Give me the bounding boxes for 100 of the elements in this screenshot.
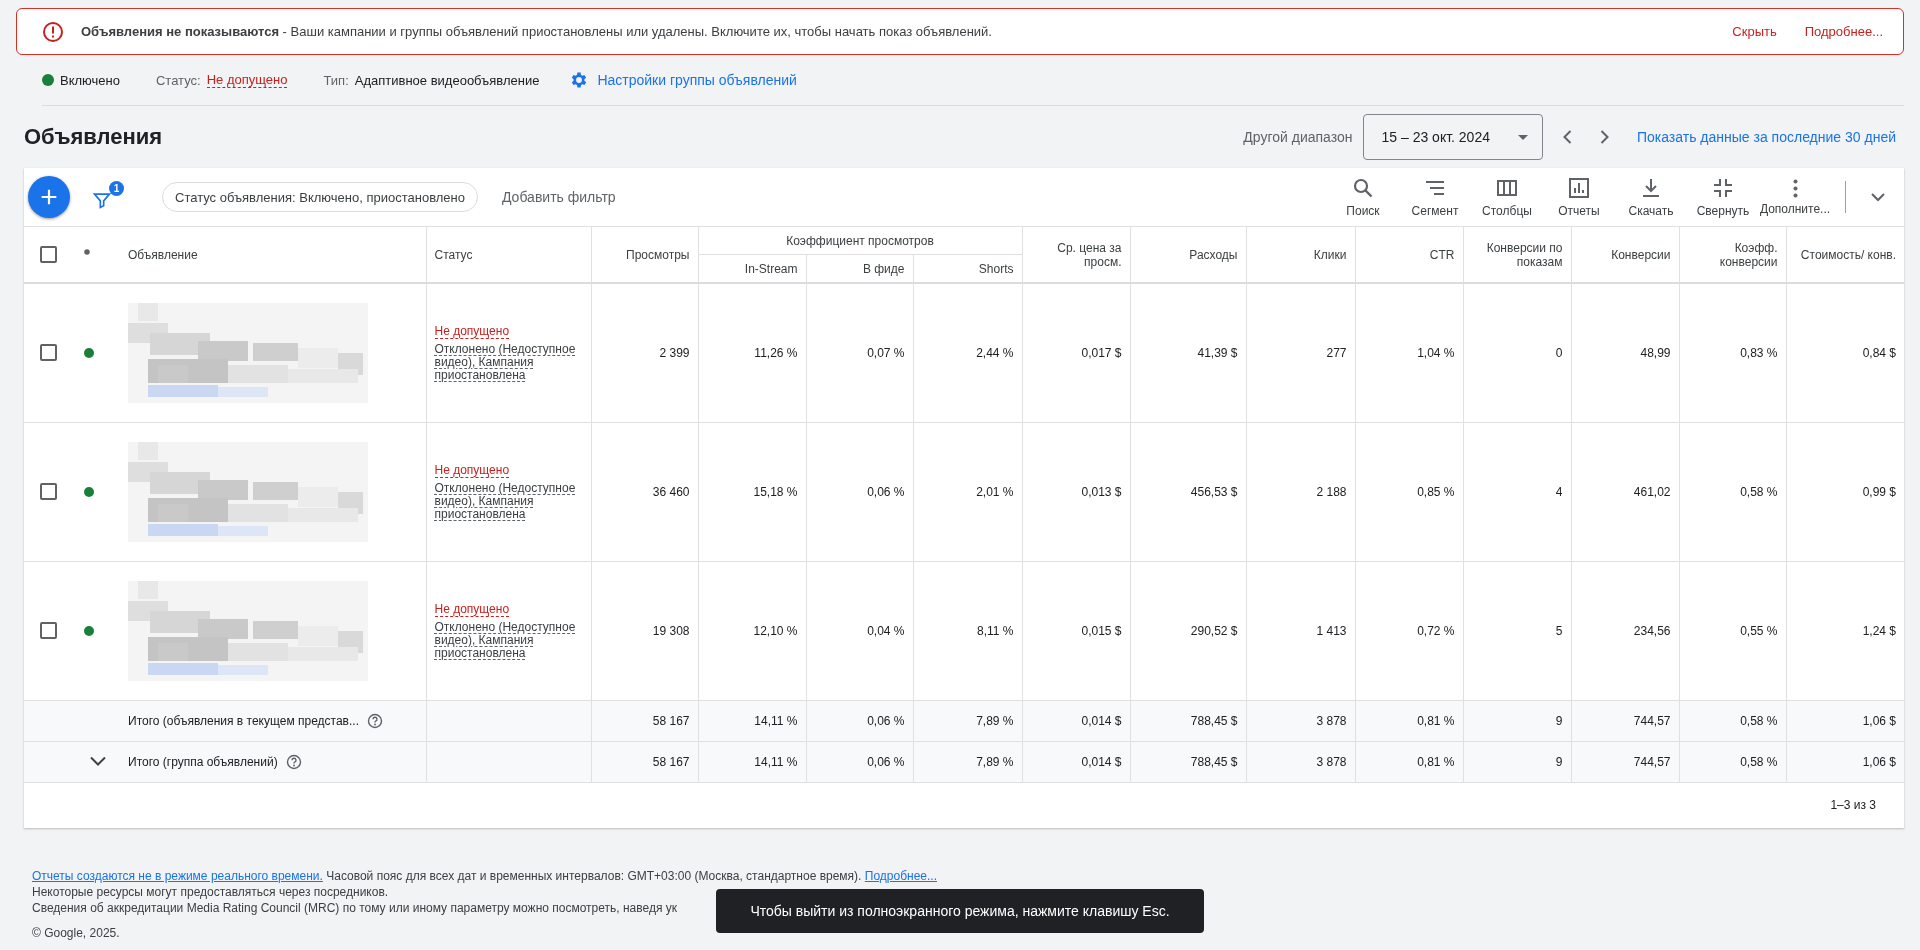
status-dot (42, 74, 54, 86)
toolbar-button[interactable]: Скачать (1615, 176, 1687, 218)
table-cell: 0,58 % (1679, 741, 1786, 782)
column-header[interactable]: Объявление (120, 226, 426, 283)
toolbar-button[interactable]: Поиск (1327, 176, 1399, 218)
table-cell: 0,06 % (806, 741, 913, 782)
table-cell: 1,06 $ (1786, 741, 1904, 782)
checkbox[interactable] (40, 622, 57, 639)
table-cell: 1,04 % (1355, 283, 1463, 422)
table-cell: 0,84 $ (1786, 283, 1904, 422)
column-header[interactable]: Статус (426, 226, 591, 283)
table-cell: 2 188 (1246, 422, 1355, 561)
table-cell: 0,014 $ (1022, 700, 1130, 741)
column-header[interactable]: В фиде (806, 254, 913, 283)
copyright-text: © Google, 2025. (32, 924, 120, 941)
status-text: Не допущено (434, 462, 510, 478)
chevron-left-icon (1562, 130, 1572, 144)
banner-link[interactable]: Подробнее... (1804, 20, 1883, 43)
table-cell: 14,11 % (698, 741, 806, 782)
collapse-icon (1711, 176, 1735, 200)
table-cell: 0,013 $ (1022, 422, 1130, 561)
bar-chart-icon (1567, 176, 1591, 200)
chevron-right-icon (1599, 130, 1609, 144)
column-header[interactable]: Клики (1246, 226, 1355, 283)
table-cell: 0,015 $ (1022, 561, 1130, 700)
table-cell: 0,04 % (806, 561, 913, 700)
column-header[interactable]: Расходы (1130, 226, 1246, 283)
add-filter-button[interactable]: Добавить фильтр (496, 188, 622, 206)
filter-chip[interactable]: Статус объявления: Включено, приостановлено (162, 182, 478, 212)
table-cell: 58 167 (591, 741, 698, 782)
total-label: Итого (группа объявлений) (128, 754, 278, 769)
footer-link[interactable]: Подробнее... (864, 868, 937, 883)
column-header[interactable]: Коэфф. конверсии (1679, 226, 1786, 283)
table-cell: 58 167 (591, 700, 698, 741)
table-cell: 788,45 $ (1130, 741, 1246, 782)
checkbox[interactable] (40, 344, 57, 362)
table-cell: 15,18 % (698, 422, 806, 561)
table-cell: 0,85 % (1355, 422, 1463, 561)
field-label: Статус: (155, 72, 201, 88)
table-cell: 41,39 $ (1130, 283, 1246, 422)
chevron-down-icon (90, 757, 106, 766)
toolbar-button[interactable]: Дополните... (1759, 178, 1831, 216)
table-cell: 5 (1463, 561, 1571, 700)
column-header[interactable]: Просмотры (591, 226, 698, 283)
last-30-days-link[interactable]: Показать данные за последние 30 дней (1636, 129, 1896, 145)
column-header[interactable]: Конверсии по показам (1463, 226, 1571, 283)
column-header[interactable]: Конверсии (1571, 226, 1679, 283)
table-cell: 4 (1463, 422, 1571, 561)
column-header[interactable]: Shorts (913, 254, 1022, 283)
footer-link[interactable]: Отчеты создаются не в режиме реального времени. (32, 868, 323, 883)
range-label: Другой диапазон (1243, 129, 1353, 145)
toolbar-button[interactable]: Столбцы (1471, 176, 1543, 218)
table-cell: 788,45 $ (1130, 700, 1246, 741)
table-cell: 744,57 (1571, 700, 1679, 741)
table-cell: 0,81 % (1355, 741, 1463, 782)
settings-link[interactable]: Настройки группы объявлений (569, 70, 797, 90)
status-detail: Отклонено (Недоступное видео), Кампания приостановлена (434, 481, 577, 521)
table-cell: 1,24 $ (1786, 561, 1904, 700)
table-cell: 744,57 (1571, 741, 1679, 782)
date-range-dropdown[interactable]: 15 – 23 окт. 2024 (1362, 114, 1543, 160)
status-text: Не допущено (434, 601, 510, 617)
table-cell: 9 (1463, 741, 1571, 782)
table-cell: 456,53 $ (1130, 422, 1246, 561)
add-button[interactable] (28, 176, 70, 218)
help-icon[interactable] (285, 753, 302, 770)
count-badge: 1 (109, 180, 124, 196)
toolbar-button[interactable]: Свернуть (1687, 176, 1759, 218)
status-text: Включено (60, 72, 120, 88)
table-cell: 234,56 (1571, 561, 1679, 700)
type-value: Адаптивное видеообъявление (354, 72, 540, 88)
banner-link[interactable]: Скрыть (1732, 20, 1777, 43)
caret-icon (1517, 134, 1528, 140)
column-header[interactable]: Ср. цена за просм. (1022, 226, 1130, 283)
filter-button[interactable]: 1 (88, 180, 124, 214)
table-cell: 1,06 $ (1786, 700, 1904, 741)
table-cell: 7,89 % (913, 700, 1022, 741)
table-cell: 8,11 % (913, 561, 1022, 700)
column-header[interactable]: CTR (1355, 226, 1463, 283)
checkbox[interactable] (40, 483, 57, 500)
table-cell: 0 (1463, 283, 1571, 422)
toolbar-button[interactable]: Сегмент (1399, 176, 1471, 218)
table-cell: 0,07 % (806, 283, 913, 422)
checkbox[interactable] (40, 246, 57, 263)
search-icon (1351, 176, 1375, 200)
table-cell: 12,10 % (698, 561, 806, 700)
table-cell: 3 878 (1246, 741, 1355, 782)
status-detail: Отклонено (Недоступное видео), Кампания приостановлена (434, 620, 577, 660)
expand-button[interactable] (90, 757, 106, 766)
help-icon[interactable] (367, 712, 383, 729)
field-label: Тип: (323, 72, 349, 88)
column-header[interactable]: In-Stream (698, 254, 806, 283)
column-header[interactable]: Стоимость/ конв. (1786, 226, 1904, 283)
more-icon (1792, 178, 1798, 198)
toolbar-button[interactable]: Отчеты (1543, 176, 1615, 218)
alert-message: Объявления не показываются - Ваши кампании и группы объявлений приостановлены или удалены. Включите их, чтобы начать показ объявлений. (81, 24, 993, 39)
table-cell: 11,26 % (698, 283, 806, 422)
table-cell: 3 878 (1246, 700, 1355, 741)
footer-note: Некоторые ресурсы могут предоставляться через посредников. (32, 883, 389, 900)
table-cell: 9 (1463, 700, 1571, 741)
table-cell: 290,52 $ (1130, 561, 1246, 700)
